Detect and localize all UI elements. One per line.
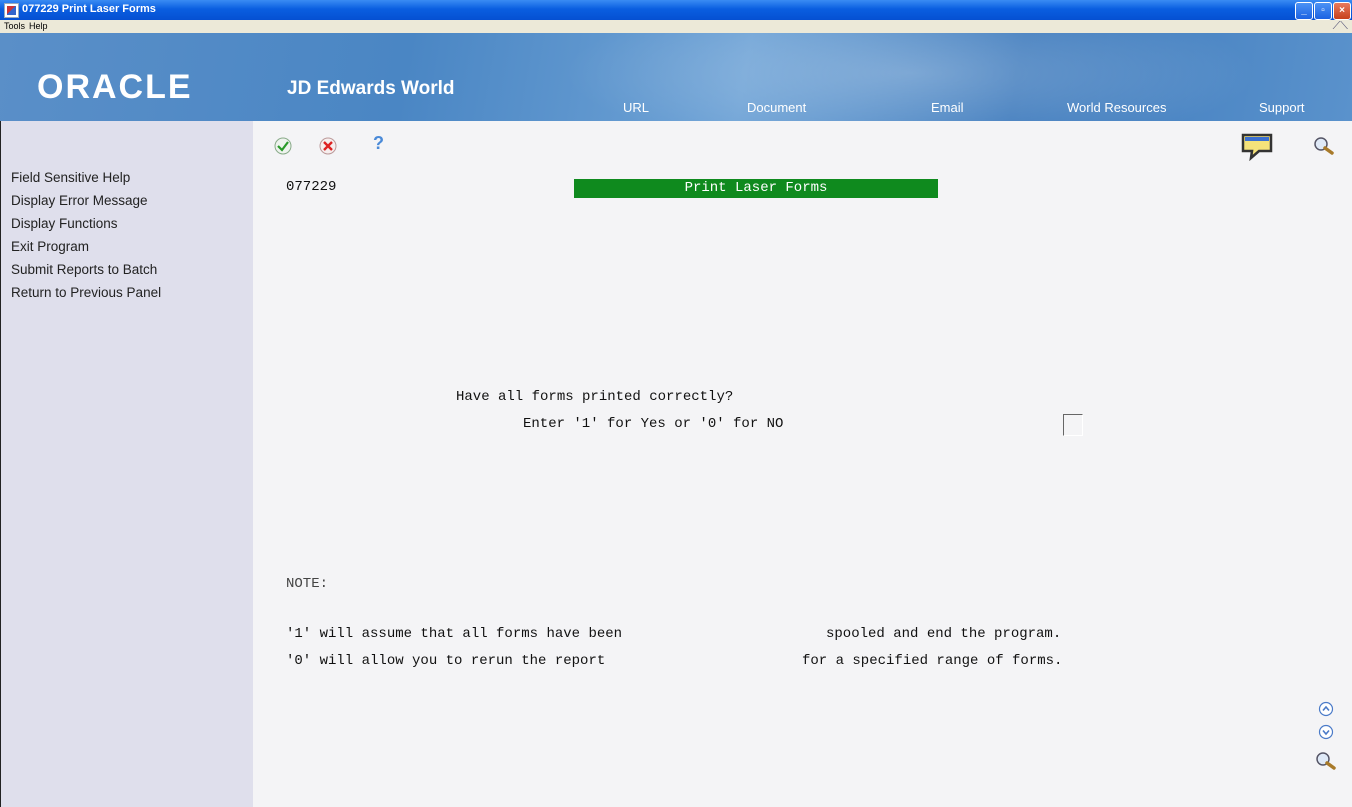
page-up-icon[interactable] [1318, 701, 1334, 717]
help-question-icon[interactable]: ? [373, 133, 384, 154]
note-line1-left: '1' will assume that all forms have been [286, 626, 623, 642]
close-button[interactable]: × [1333, 2, 1351, 20]
ok-check-icon[interactable] [273, 136, 293, 156]
program-id: 077229 [286, 179, 337, 195]
sidebar-item-field-sensitive-help[interactable]: Field Sensitive Help [11, 170, 130, 185]
oracle-logo: ORACLE [37, 68, 193, 106]
maximize-button[interactable]: ▫ [1314, 2, 1332, 20]
banner-link-world-resources[interactable]: World Resources [1067, 100, 1166, 115]
app-icon [4, 3, 19, 18]
sidebar-item-return-to-previous-panel[interactable]: Return to Previous Panel [11, 285, 161, 300]
sidebar-item-submit-reports-to-batch[interactable]: Submit Reports to Batch [11, 262, 157, 277]
product-name: JD Edwards World [287, 78, 455, 99]
banner: ORACLE JD Edwards World URL Document Ema… [0, 33, 1352, 121]
menu-help[interactable]: Help [29, 21, 48, 31]
minimize-button[interactable]: _ [1295, 2, 1313, 20]
sidebar: Field Sensitive Help Display Error Messa… [0, 121, 253, 807]
form-title: Print Laser Forms [574, 179, 938, 198]
window-title: 077229 Print Laser Forms [22, 3, 156, 15]
banner-link-document[interactable]: Document [747, 100, 806, 115]
question-text: Have all forms printed correctly? [456, 389, 734, 405]
sidebar-item-display-error-message[interactable]: Display Error Message [11, 193, 148, 208]
note-line1-right: spooled and end the program. [826, 626, 1062, 642]
search-icon[interactable] [1313, 136, 1335, 156]
window-title-bar: 077229 Print Laser Forms _ ▫ × [0, 0, 1352, 20]
answer-input[interactable] [1063, 414, 1083, 436]
cancel-x-icon[interactable] [318, 136, 338, 156]
note-label: NOTE: [286, 576, 329, 592]
sidebar-item-display-functions[interactable]: Display Functions [11, 216, 118, 231]
banner-link-email[interactable]: Email [931, 100, 964, 115]
banner-link-url[interactable]: URL [623, 100, 649, 115]
jde-logo-icon: ⟋⟍ [1332, 20, 1348, 32]
instruction-text: Enter '1' for Yes or '0' for NO [523, 416, 784, 432]
note-line2-left: '0' will allow you to rerun the report [286, 653, 606, 669]
zoom-search-icon[interactable] [1315, 751, 1337, 771]
sidebar-item-exit-program[interactable]: Exit Program [11, 239, 89, 254]
page-down-icon[interactable] [1318, 724, 1334, 740]
chat-bubble-icon[interactable] [1239, 131, 1275, 161]
menu-tools[interactable]: Tools [4, 21, 25, 31]
menu-bar: Tools Help ⟋⟍ [0, 20, 1352, 33]
form-area: ? 077229 Print Laser Forms Have all form… [253, 121, 1352, 807]
banner-link-support[interactable]: Support [1259, 100, 1305, 115]
note-line2-right: for a specified range of forms. [802, 653, 1063, 669]
